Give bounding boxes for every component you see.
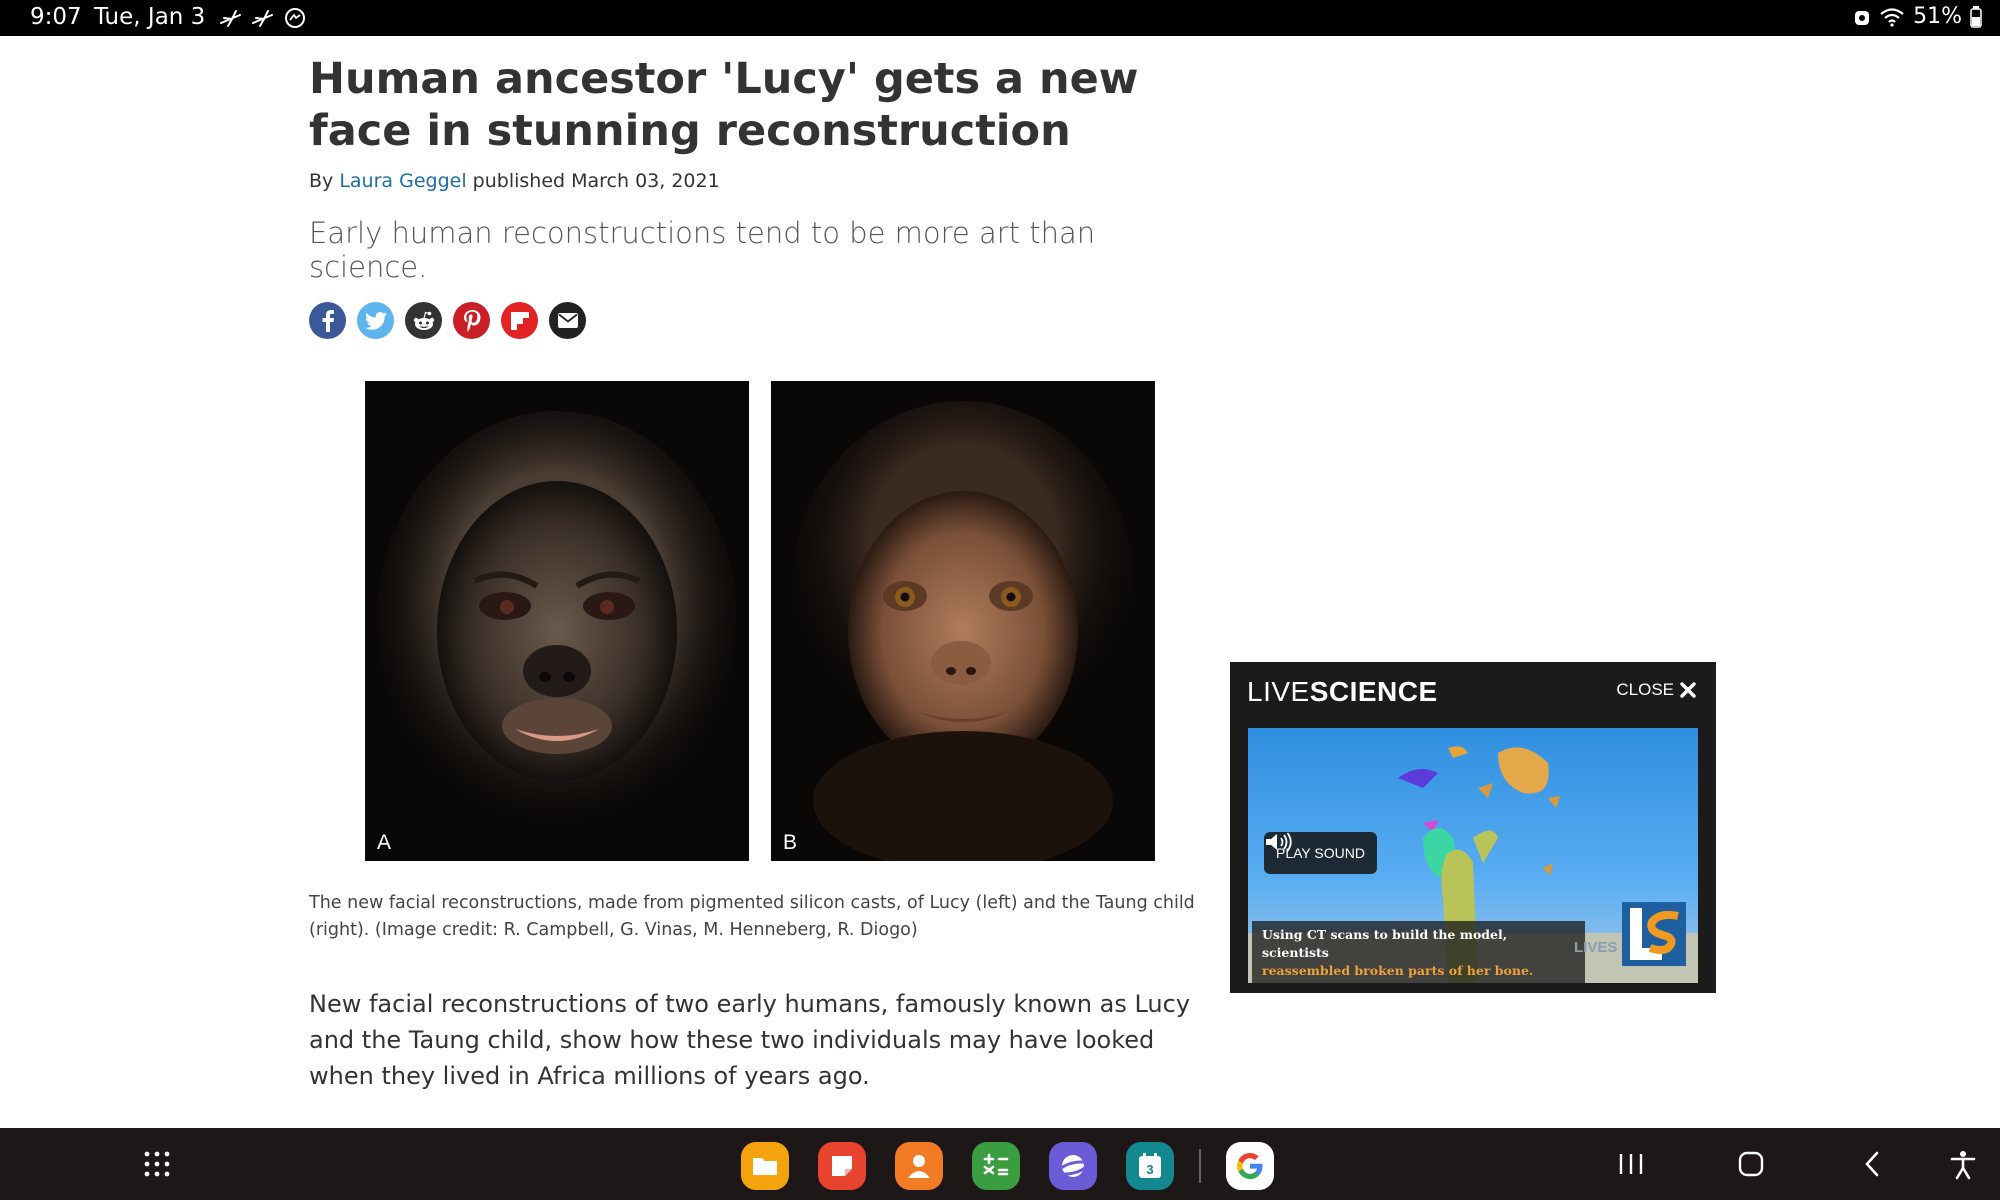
video-player-popup[interactable]: LIVESCIENCE CLOSE PLAY SOUND Using CT sc… (1230, 662, 1716, 993)
status-bar: 9:07 Tue, Jan 3 51% (0, 0, 2000, 36)
article-paragraph: New facial reconstructions of two early … (309, 990, 1191, 1090)
facebook-share-button[interactable] (309, 302, 346, 339)
recent-apps-button[interactable] (1618, 1150, 1644, 1178)
calendar-app[interactable]: 3 (1126, 1142, 1174, 1190)
close-video-button[interactable]: CLOSE (1616, 680, 1696, 700)
wifi-icon (1880, 7, 1904, 27)
internet-icon (1058, 1155, 1088, 1177)
article-headline: Human ancestor 'Lucy' gets a new face in… (309, 54, 1139, 156)
notes-icon (832, 1156, 852, 1176)
status-time: 9:07 (30, 4, 82, 30)
badge-watermark: LIVES (1574, 939, 1618, 956)
navigation-bar: 3 (0, 1128, 2000, 1200)
calendar-day-label: 3 (1146, 1162, 1153, 1177)
twitter-icon (364, 311, 387, 330)
livescience-badge (1622, 902, 1686, 966)
calendar-icon: 3 (1139, 1153, 1161, 1178)
my-files-app[interactable] (741, 1142, 789, 1190)
messenger-icon (285, 8, 305, 28)
taung-face-illustration (771, 381, 1155, 861)
alarm-icon (1855, 10, 1870, 25)
byline: By Laura Geggel published March 03, 2021 (309, 170, 720, 192)
apps-grid-icon[interactable] (143, 1150, 171, 1178)
ls-logo-icon (1622, 902, 1686, 966)
home-button[interactable] (1737, 1150, 1765, 1178)
contacts-app[interactable] (895, 1142, 943, 1190)
facebook-icon (322, 309, 334, 332)
subtitle-line-2: reassembled broken parts of her bone. (1262, 963, 1534, 978)
email-share-button[interactable] (549, 302, 586, 339)
folder-icon (753, 1158, 777, 1175)
close-icon (1680, 682, 1696, 698)
published-date: published March 03, 2021 (472, 170, 720, 192)
person-icon (908, 1155, 930, 1178)
status-date: Tue, Jan 3 (94, 4, 206, 30)
airplane-icon (220, 10, 241, 27)
video-frame[interactable]: PLAY SOUND Using CT scans to build the m… (1248, 728, 1698, 983)
image-caption: The new facial reconstructions, made fro… (309, 893, 1195, 940)
calculator-app[interactable] (972, 1142, 1020, 1190)
image-label-b: B (783, 831, 798, 854)
calculator-icon (983, 1153, 1009, 1176)
battery-percent: 51% (1913, 4, 1962, 29)
image-label-a: A (377, 831, 392, 854)
battery-icon (1970, 5, 1982, 28)
author-link[interactable]: Laura Geggel (339, 170, 466, 192)
taung-child-photo: B (771, 381, 1155, 861)
google-app[interactable] (1226, 1142, 1274, 1190)
video-subtitles: Using CT scans to build the model, scien… (1252, 921, 1585, 983)
reddit-icon (413, 311, 434, 330)
standfirst: Early human reconstructions tend to be m… (309, 216, 1096, 284)
accessibility-icon[interactable] (1950, 1150, 1976, 1180)
status-right: 51% (1853, 4, 1982, 29)
play-sound-button[interactable]: PLAY SOUND (1264, 832, 1377, 874)
livescience-logo: LIVESCIENCE (1247, 676, 1438, 707)
google-icon (1237, 1153, 1263, 1179)
lucy-face-illustration (365, 381, 749, 861)
back-button[interactable] (1860, 1150, 1884, 1178)
notification-icons (218, 6, 308, 30)
flipboard-icon (510, 311, 529, 330)
samsung-internet-app[interactable] (1049, 1142, 1097, 1190)
reddit-share-button[interactable] (405, 302, 442, 339)
pinterest-icon (463, 309, 480, 332)
airplane-icon (252, 10, 273, 27)
twitter-share-button[interactable] (357, 302, 394, 339)
share-buttons (309, 302, 586, 339)
speaker-icon (1266, 832, 1292, 852)
samsung-notes-app[interactable] (818, 1142, 866, 1190)
pinterest-share-button[interactable] (453, 302, 490, 339)
lucy-photo: A (365, 381, 749, 861)
email-icon (557, 313, 578, 328)
app-dock: 3 (741, 1142, 1274, 1190)
flipboard-share-button[interactable] (501, 302, 538, 339)
byline-prefix: By (309, 170, 334, 192)
subtitle-line-1: Using CT scans to build the model, scien… (1262, 927, 1508, 960)
reconstruction-figure: A B (365, 381, 1155, 861)
dock-separator (1199, 1149, 1201, 1183)
close-label: CLOSE (1616, 680, 1674, 699)
